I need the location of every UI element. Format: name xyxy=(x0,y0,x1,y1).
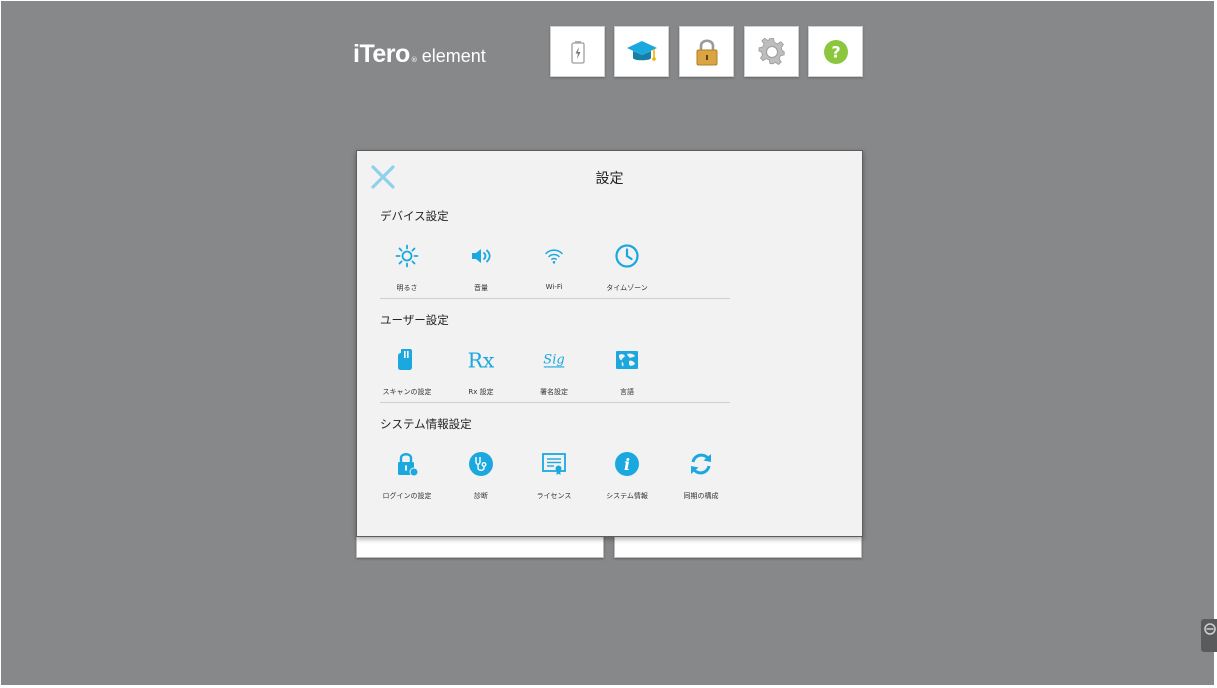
itero-logo: iTero ® element xyxy=(353,40,486,70)
help-glyph: ? xyxy=(831,42,840,61)
background-card-left xyxy=(356,536,604,558)
login-settings-label: ログインの設定 xyxy=(382,492,432,500)
help-icon: ? xyxy=(823,39,848,64)
login-lock-icon xyxy=(398,453,419,477)
training-button[interactable] xyxy=(614,26,669,77)
scan-settings-item[interactable]: スキャンの設定 xyxy=(371,347,443,399)
rx-icon: Rx xyxy=(468,348,494,372)
background-card-right xyxy=(614,536,862,558)
section-title-user: ユーザー設定 xyxy=(380,313,449,327)
brightness-label: 明るさ xyxy=(396,284,418,292)
settings-button[interactable] xyxy=(744,26,799,77)
volume-label: 音量 xyxy=(474,284,488,292)
lock-icon xyxy=(696,38,717,65)
sync-icon xyxy=(691,453,711,475)
rx-settings-label: Rx 設定 xyxy=(468,388,494,396)
diagnostics-label: 診断 xyxy=(474,492,488,500)
section-divider xyxy=(380,402,730,403)
signature-icon: Sig xyxy=(543,353,564,368)
signature-settings-label: 署名設定 xyxy=(540,388,568,396)
help-button[interactable]: ? xyxy=(808,26,863,77)
timezone-item[interactable]: タイムゾーン xyxy=(591,243,663,295)
side-panel-tab[interactable] xyxy=(1201,619,1217,652)
scan-settings-label: スキャンの設定 xyxy=(382,388,432,396)
brightness-item[interactable]: 明るさ xyxy=(371,243,443,295)
rx-glyph: Rx xyxy=(468,348,494,372)
wifi-item[interactable]: Wi-Fi xyxy=(518,243,590,295)
license-item[interactable]: ライセンス xyxy=(518,451,590,503)
globe-map-icon xyxy=(616,351,638,369)
clock-icon xyxy=(615,244,639,268)
license-label: ライセンス xyxy=(536,492,572,500)
signature-glyph: Sig xyxy=(543,353,564,368)
section-title-device: デバイス設定 xyxy=(380,209,449,223)
language-item[interactable]: 言語 xyxy=(591,347,663,399)
info-glyph: i xyxy=(624,455,630,474)
system-info-item[interactable]: i システム情報 xyxy=(591,451,663,503)
battery-icon xyxy=(570,40,585,64)
gear-icon xyxy=(758,37,785,65)
info-icon: i xyxy=(615,452,639,476)
volume-icon xyxy=(472,249,491,263)
system-info-label: システム情報 xyxy=(606,492,648,500)
settings-dialog: 設定 デバイス設定 明るさ 音量 Wi-Fi タイムゾーン ユーザー設定 スキャ… xyxy=(356,150,863,537)
signature-settings-item[interactable]: Sig 署名設定 xyxy=(518,347,590,399)
stethoscope-icon xyxy=(469,452,493,476)
sync-config-item[interactable]: 同期の構成 xyxy=(665,451,737,503)
logo-suffix: element xyxy=(421,46,486,66)
side-tab-icon xyxy=(1204,623,1216,635)
lock-button[interactable] xyxy=(679,26,734,77)
wifi-label: Wi-Fi xyxy=(545,283,563,291)
section-divider xyxy=(380,298,730,299)
language-label: 言語 xyxy=(620,388,634,396)
brightness-icon xyxy=(395,244,419,268)
timezone-label: タイムゾーン xyxy=(606,284,648,292)
login-settings-item[interactable]: ログインの設定 xyxy=(371,451,443,503)
scan-wand-icon xyxy=(398,349,412,370)
logo-reg-mark: ® xyxy=(410,56,418,64)
dialog-title: 設定 xyxy=(595,171,624,187)
battery-button[interactable] xyxy=(550,26,605,77)
logo-brand: iTero xyxy=(353,40,410,68)
section-title-system: システム情報設定 xyxy=(380,417,472,431)
rx-settings-item[interactable]: Rx Rx 設定 xyxy=(445,347,517,399)
wifi-icon xyxy=(545,249,563,264)
graduation-cap-icon xyxy=(626,40,657,61)
diagnostics-item[interactable]: 診断 xyxy=(445,451,517,503)
sync-config-label: 同期の構成 xyxy=(683,492,719,500)
certificate-icon xyxy=(542,453,566,475)
volume-item[interactable]: 音量 xyxy=(445,243,517,295)
